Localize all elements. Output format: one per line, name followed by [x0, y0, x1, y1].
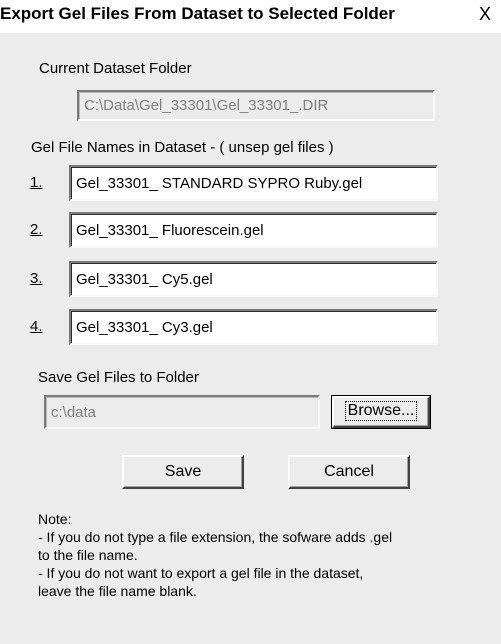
- title-bar: Export Gel Files From Dataset to Selecte…: [0, 0, 501, 33]
- save-folder-label: Save Gel Files to Folder: [38, 369, 199, 386]
- export-gel-files-dialog: Export Gel Files From Dataset to Selecte…: [0, 0, 501, 644]
- current-folder-field: [77, 90, 435, 121]
- gel-file-name-input-1[interactable]: [69, 165, 438, 201]
- gel-files-label: Gel File Names in Dataset - ( unsep gel …: [31, 139, 334, 156]
- dialog-title: Export Gel Files From Dataset to Selecte…: [0, 4, 395, 23]
- gel-file-number-3: 3.: [30, 270, 43, 287]
- note-text: Note: - If you do not type a file extens…: [38, 510, 392, 600]
- gel-file-number-2: 2.: [30, 221, 43, 238]
- note-line-4: leave the file name blank.: [38, 583, 197, 599]
- current-folder-label: Current Dataset Folder: [39, 60, 192, 77]
- close-icon[interactable]: X: [473, 2, 497, 26]
- gel-file-number-1: 1.: [30, 174, 43, 191]
- note-heading: Note:: [38, 511, 72, 527]
- gel-file-name-input-4[interactable]: [69, 309, 438, 345]
- browse-button-label: Browse...: [344, 401, 418, 421]
- save-button[interactable]: Save: [122, 455, 244, 489]
- gel-file-name-input-3[interactable]: [69, 261, 438, 297]
- save-folder-field: [44, 395, 320, 429]
- gel-file-number-4: 4.: [30, 318, 43, 335]
- note-line-2: to the file name.: [38, 547, 138, 563]
- browse-button[interactable]: Browse...: [331, 395, 431, 429]
- note-line-3: - If you do not want to export a gel fil…: [38, 565, 364, 581]
- note-line-1: - If you do not type a file extension, t…: [38, 529, 393, 545]
- gel-file-name-input-2[interactable]: [69, 212, 438, 248]
- cancel-button[interactable]: Cancel: [288, 455, 410, 489]
